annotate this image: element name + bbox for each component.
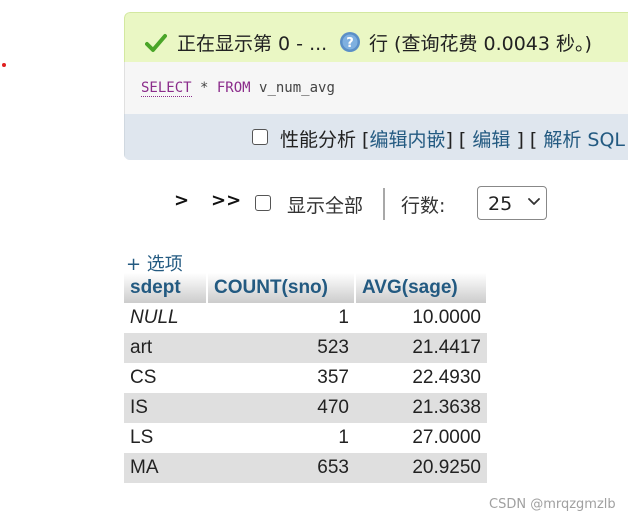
bracket-open: [ [356, 129, 370, 151]
success-message: 正在显示第 0 - ... ? 行 (查询花费 0.0043 秒。) [124, 12, 628, 63]
red-dot-marker [2, 63, 6, 67]
help-icon[interactable]: ? [339, 31, 361, 53]
sql-star: * [191, 80, 217, 96]
sql-keyword-select[interactable]: SELECT [141, 80, 192, 97]
cell-count: 357 [207, 363, 355, 393]
success-text-timing: 行 (查询花费 0.0043 秒。) [369, 33, 592, 55]
last-page-button[interactable]: >> [211, 190, 241, 211]
edit-inline-link[interactable]: 编辑内嵌 [369, 129, 445, 151]
cell-count: 653 [207, 453, 355, 483]
profiling-label[interactable]: 性能分析 [280, 129, 356, 151]
cell-count: 523 [207, 333, 355, 363]
watermark: CSDN @mrqzgmzlb [489, 497, 616, 512]
query-actions-row: 性能分析 [编辑内嵌] [ 编辑 ] [ 解析 SQL [124, 114, 628, 160]
table-row: NULL 1 10.0000 [124, 303, 487, 333]
sql-query-row: SELECT * FROM v_num_avg [124, 62, 628, 114]
cell-avg: 20.9250 [355, 453, 487, 483]
pagination-row: > >> 显示全部 行数: 25 [0, 180, 628, 226]
column-header-sdept[interactable]: sdept [124, 273, 208, 303]
cell-avg: 22.4930 [355, 363, 487, 393]
cell-avg: 27.0000 [355, 423, 487, 453]
next-page-button[interactable]: > [174, 190, 189, 211]
check-icon [145, 34, 167, 52]
table-row: MA 653 20.9250 [124, 453, 487, 483]
table-header-row: sdept COUNT(sno) AVG(sage) [124, 273, 488, 303]
chevron-down-icon [528, 198, 540, 205]
divider [383, 188, 385, 220]
rows-per-page-select[interactable]: 25 [477, 186, 547, 220]
table-row: LS 1 27.0000 [124, 423, 487, 453]
cell-count: 470 [207, 393, 355, 423]
cell-avg: 21.4417 [355, 333, 487, 363]
svg-text:?: ? [346, 36, 354, 51]
explain-sql-link[interactable]: 解析 SQL [543, 129, 625, 151]
bracket-mid-1: ] [ [445, 129, 473, 151]
query-actions: 性能分析 [编辑内嵌] [ 编辑 ] [ 解析 SQL [280, 125, 625, 152]
table-row: CS 357 22.4930 [124, 363, 487, 393]
table-row: art 523 21.4417 [124, 333, 487, 363]
column-header-avg[interactable]: AVG(sage) [355, 273, 488, 303]
column-header-count[interactable]: COUNT(sno) [207, 273, 356, 303]
cell-sdept: MA [124, 453, 207, 483]
result-table: sdept COUNT(sno) AVG(sage) NULL 1 10.000… [124, 273, 488, 483]
show-all-label[interactable]: 显示全部 [287, 191, 363, 218]
cell-count: 1 [207, 303, 355, 333]
cell-sdept: art [124, 333, 207, 363]
sql-query[interactable]: SELECT * FROM v_num_avg [141, 80, 335, 97]
sql-view-name: v_num_avg [250, 80, 335, 96]
cell-sdept: LS [124, 423, 207, 453]
sql-keyword-from: FROM [216, 80, 251, 96]
cell-sdept: CS [124, 363, 207, 393]
cell-avg: 10.0000 [355, 303, 487, 333]
rows-per-page-value: 25 [488, 193, 513, 215]
rows-label: 行数: [401, 195, 446, 217]
success-text: 正在显示第 0 - ... [177, 33, 328, 55]
profiling-checkbox[interactable] [252, 129, 268, 145]
sql-result-box: 正在显示第 0 - ... ? 行 (查询花费 0.0043 秒。) SELEC… [124, 12, 628, 160]
edit-link[interactable]: 编辑 [472, 129, 510, 151]
table-row: IS 470 21.3638 [124, 393, 487, 423]
bracket-mid-2: ] [ [510, 129, 544, 151]
cell-sdept: NULL [124, 303, 207, 333]
cell-avg: 21.3638 [355, 393, 487, 423]
show-all-checkbox[interactable] [255, 195, 271, 211]
cell-sdept: IS [124, 393, 207, 423]
cell-count: 1 [207, 423, 355, 453]
